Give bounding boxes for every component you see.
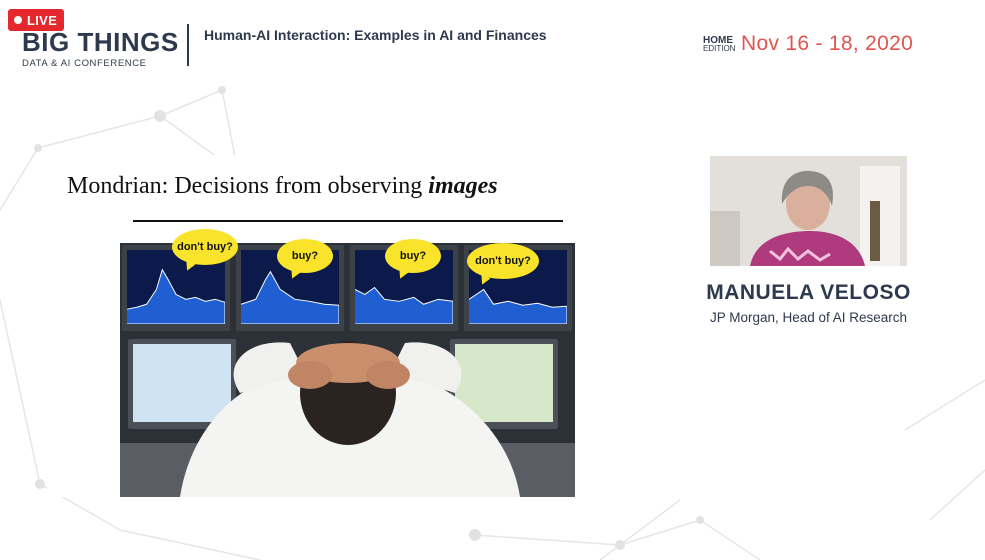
live-dot-icon bbox=[14, 16, 22, 24]
talk-title: Human-AI Interaction: Examples in AI and… bbox=[204, 27, 547, 43]
event-dates: Nov 16 - 18, 2020 bbox=[741, 32, 914, 55]
slide-title-rule bbox=[133, 220, 563, 222]
presentation-slide: Mondrian: Decisions from observing image… bbox=[47, 155, 647, 497]
speaker-role: JP Morgan, Head of AI Research bbox=[709, 310, 908, 325]
conference-logo: BIG THINGS DATA & AI CONFERENCE bbox=[22, 28, 179, 69]
speaker-video-feed bbox=[710, 156, 907, 266]
speech-bubble-3: buy? bbox=[385, 239, 441, 273]
trader-monitors-photo bbox=[120, 243, 575, 497]
slide-title-text: Mondrian: Decisions from observing bbox=[67, 173, 429, 199]
speaker-name: MANUELA VELOSO bbox=[706, 281, 911, 304]
logo-tagline: DATA & AI CONFERENCE bbox=[22, 58, 147, 69]
edition-line2: EDITION bbox=[703, 44, 736, 53]
slide-title: Mondrian: Decisions from observing image… bbox=[67, 173, 498, 200]
speaker-video bbox=[710, 156, 907, 266]
header-divider bbox=[187, 24, 189, 66]
live-label: LIVE bbox=[27, 12, 58, 28]
home-edition-mark: HOME EDITION bbox=[703, 36, 736, 53]
speech-bubble-2: buy? bbox=[277, 239, 333, 273]
slide-title-emphasis: images bbox=[428, 173, 498, 199]
speech-bubble-1: don't buy? bbox=[172, 229, 238, 265]
logo-wordmark: BIG THINGS bbox=[22, 27, 179, 57]
trader-figure bbox=[180, 341, 520, 497]
speech-bubble-4: don't buy? bbox=[467, 243, 539, 279]
